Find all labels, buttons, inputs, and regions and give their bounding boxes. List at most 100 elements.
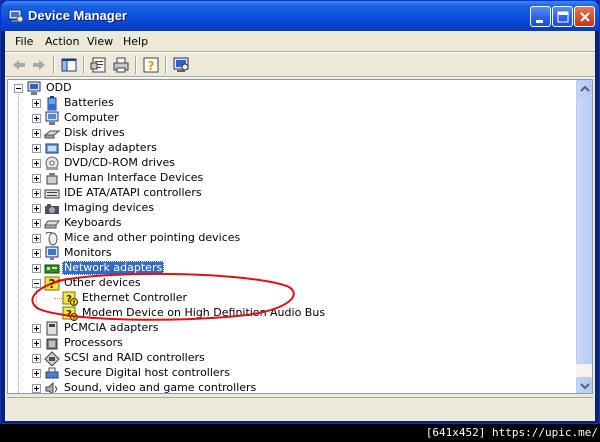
scroll-up-button[interactable] [576, 80, 592, 96]
tree-item-label: Secure Digital host controllers [64, 366, 230, 379]
tree-item-human-interface-devices[interactable]: Human Interface Devices [8, 171, 576, 186]
pcmcia-icon [44, 321, 60, 336]
help-button[interactable]: ? [141, 55, 161, 75]
root-computer-icon [26, 81, 42, 96]
tree-item-ide-ata-atapi-controllers[interactable]: IDE ATA/ATAPI controllers [8, 186, 576, 201]
back-button[interactable] [9, 55, 29, 75]
tree-item-label: Monitors [64, 246, 112, 259]
tree-item-sound-video-and-game-controllers[interactable]: Sound, video and game controllers [8, 381, 576, 393]
tree-item-network-adapters[interactable]: Network adapters [8, 261, 576, 276]
tree-item-dvd-cd-rom-drives[interactable]: DVD/CD-ROM drives [8, 156, 576, 171]
properties-button[interactable] [89, 55, 109, 75]
minimize-button[interactable] [530, 6, 551, 27]
expand-plus-icon[interactable] [32, 189, 41, 198]
scroll-down-button[interactable] [576, 377, 592, 393]
scroll-thumb[interactable] [576, 96, 592, 364]
maximize-button[interactable] [552, 6, 573, 27]
tree-root-odd[interactable]: ODD [8, 81, 576, 96]
svg-text:?: ? [148, 59, 155, 73]
title-bar[interactable]: Device Manager [1, 1, 599, 31]
ide-controller-icon [44, 186, 60, 201]
expand-plus-icon[interactable] [32, 114, 41, 123]
tree-item-display-adapters[interactable]: Display adapters [8, 141, 576, 156]
scsi-icon [44, 351, 60, 367]
tree-item-label: PCMCIA adapters [64, 321, 159, 334]
tree-item-ethernet-controller[interactable]: ?! Ethernet Controller [8, 291, 576, 307]
menu-help[interactable]: Help [123, 35, 148, 48]
tree-item-other-devices[interactable]: ? Other devices [8, 276, 576, 291]
expand-plus-icon[interactable] [32, 249, 41, 258]
tree-vertical-connector [36, 286, 37, 309]
dvd-drive-icon [44, 156, 60, 171]
scan-hardware-icon [173, 57, 189, 72]
toolbar-separator [165, 56, 167, 74]
status-bar [7, 397, 593, 417]
forward-button[interactable] [29, 55, 49, 75]
tree-item-scsi-and-raid-controllers[interactable]: SCSI and RAID controllers [8, 351, 576, 367]
expand-plus-icon[interactable] [32, 144, 41, 153]
tree-item-modem-device-on-high-definition-audio-bus[interactable]: ?! Modem Device on High Definition Audio … [8, 306, 576, 322]
unknown-device-warning-icon: ?! [62, 291, 78, 307]
monitor-icon [44, 246, 60, 261]
window-title: Device Manager [28, 8, 127, 23]
menu-action[interactable]: Action [45, 35, 79, 48]
chevron-up-icon [580, 85, 590, 92]
disk-drive-icon [43, 126, 61, 141]
tree-item-secure-digital-host-controllers[interactable]: Secure Digital host controllers [8, 366, 576, 381]
expand-plus-icon[interactable] [32, 384, 41, 393]
tree-item-label: Mice and other pointing devices [64, 231, 241, 244]
forward-arrow-icon [33, 60, 45, 70]
expand-plus-icon[interactable] [32, 204, 41, 213]
imaging-device-icon [44, 201, 60, 216]
expand-plus-icon[interactable] [32, 354, 41, 363]
expand-plus-icon[interactable] [32, 159, 41, 168]
toolbar-separator [53, 56, 55, 74]
toolbar-separator-line [5, 76, 595, 78]
expand-plus-icon[interactable] [32, 174, 41, 183]
expand-plus-icon[interactable] [32, 129, 41, 138]
scan-hardware-button[interactable] [171, 55, 191, 75]
keyboard-icon [44, 216, 60, 231]
vertical-scrollbar[interactable] [576, 80, 592, 393]
tree-item-label: Network adapters [62, 261, 165, 275]
client-area: File Action View Help ? ODD Batteries Co… [5, 31, 595, 421]
tree-item-imaging-devices[interactable]: Imaging devices [8, 201, 576, 216]
tree-item-disk-drives[interactable]: Disk drives [8, 126, 576, 141]
expand-plus-icon[interactable] [32, 264, 41, 273]
processor-icon [44, 336, 60, 351]
menu-bar: File Action View Help [5, 31, 595, 51]
tree-item-label: Keyboards [64, 216, 122, 229]
toolbar: ? [5, 53, 595, 77]
tree-item-monitors[interactable]: Monitors [8, 246, 576, 261]
battery-icon [44, 96, 60, 111]
tree-item-computer[interactable]: Computer [8, 111, 576, 126]
back-arrow-icon [13, 60, 25, 70]
expand-plus-icon[interactable] [32, 324, 41, 333]
expand-plus-icon[interactable] [32, 219, 41, 228]
minimize-icon [536, 20, 543, 23]
print-button[interactable] [111, 55, 131, 75]
maximize-icon [557, 11, 569, 23]
tree-item-keyboards[interactable]: Keyboards [8, 216, 576, 231]
tree-item-label: Batteries [64, 96, 114, 109]
tree-item-label: Other devices [64, 276, 141, 289]
tree-vertical-connector [18, 92, 19, 393]
expand-plus-icon[interactable] [32, 369, 41, 378]
expand-plus-icon[interactable] [32, 234, 41, 243]
device-manager-app-icon [8, 9, 24, 23]
tree-item-label: Ethernet Controller [82, 291, 187, 304]
expand-plus-icon[interactable] [32, 339, 41, 348]
expand-plus-icon[interactable] [32, 99, 41, 108]
tree-item-batteries[interactable]: Batteries [8, 96, 576, 111]
close-button[interactable] [574, 6, 595, 27]
sd-host-icon [44, 366, 60, 381]
show-hide-console-tree-button[interactable] [59, 55, 79, 75]
tree-item-processors[interactable]: Processors [8, 336, 576, 351]
tree-item-mice-and-other-pointing-devices[interactable]: Mice and other pointing devices [8, 231, 576, 246]
menu-file[interactable]: File [15, 35, 33, 48]
device-tree[interactable]: ODD Batteries Computer Disk drives Display a… [7, 79, 593, 394]
tree-item-label: Human Interface Devices [64, 171, 204, 184]
menu-view[interactable]: View [87, 35, 113, 48]
tree-item-pcmcia-adapters[interactable]: PCMCIA adapters [8, 321, 576, 336]
image-watermark: [641x452] https://upic.me/ [425, 426, 598, 439]
